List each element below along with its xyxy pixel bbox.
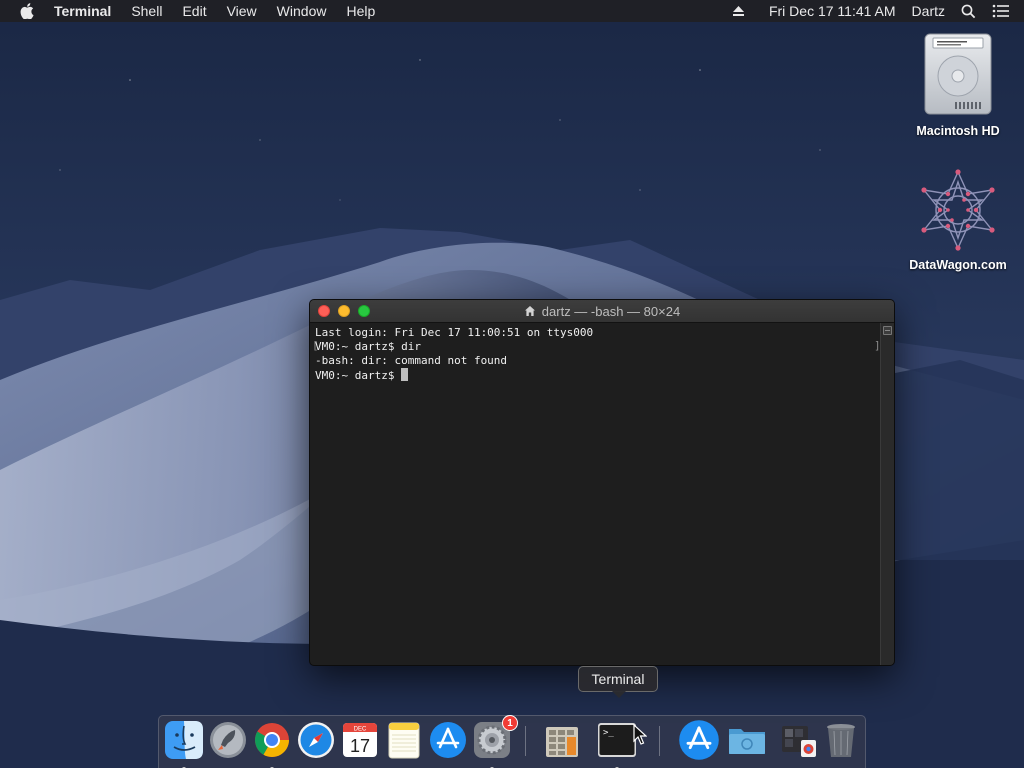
menu-shell[interactable]: Shell: [121, 0, 172, 22]
menu-app-name[interactable]: Terminal: [54, 0, 121, 22]
terminal-icon: >_: [598, 723, 636, 757]
close-button[interactable]: [318, 305, 330, 317]
notification-badge: 1: [502, 715, 518, 731]
app-store-icon: [679, 720, 719, 760]
dock-item-app-store[interactable]: [428, 720, 468, 760]
chrome-icon: [255, 723, 289, 757]
terminal-scrollbar[interactable]: [880, 323, 894, 665]
dock-item-safari[interactable]: [296, 720, 336, 760]
desktop-icon-macintosh-hd[interactable]: Macintosh HD: [903, 32, 1013, 138]
dock-item-grid-app[interactable]: [542, 720, 582, 760]
menu-view[interactable]: View: [217, 0, 267, 22]
safari-icon: [298, 722, 334, 758]
eject-icon[interactable]: [724, 5, 753, 17]
spotlight-search-icon[interactable]: [953, 4, 984, 19]
trash-icon: [827, 724, 855, 757]
datawagon-logo-icon: [921, 169, 995, 251]
dock-tooltip: Terminal: [578, 666, 658, 698]
dock-item-notes[interactable]: [384, 720, 424, 760]
terminal-line: Last login: Fri Dec 17 11:00:51 on ttys0…: [315, 326, 594, 339]
minimize-button[interactable]: [338, 305, 350, 317]
svg-text:>_: >_: [603, 728, 614, 738]
desktop-icon-label: Macintosh HD: [916, 124, 1000, 138]
finder-icon: [165, 721, 203, 759]
terminal-prompt-line: VM0:~ dartz$: [315, 369, 402, 382]
notification-center-icon[interactable]: [984, 4, 1024, 18]
zoom-button[interactable]: [358, 305, 370, 317]
menu-bar: Terminal Shell Edit View Window Help Fri…: [0, 0, 1024, 22]
mouse-pointer-icon: [633, 724, 647, 745]
terminal-line: -bash: dir: command not found: [315, 354, 508, 367]
menu-help[interactable]: Help: [336, 0, 385, 22]
dock-item-folder[interactable]: [727, 720, 767, 760]
dock-item-system-preferences[interactable]: 1: [472, 715, 518, 768]
terminal-content[interactable]: Last login: Fri Dec 17 11:00:51 on ttys0…: [310, 323, 880, 665]
window-title: dartz — -bash — 80×24: [524, 304, 680, 319]
folder-icon: [729, 729, 765, 754]
dock: DEC 17 1 >_: [158, 715, 866, 768]
grid-app-icon: [546, 727, 578, 757]
menu-edit[interactable]: Edit: [172, 0, 216, 22]
text-cursor: [401, 368, 409, 381]
notes-icon: [388, 722, 420, 759]
dock-item-downloads[interactable]: [677, 718, 721, 762]
dock-separator: [525, 726, 526, 756]
apple-menu[interactable]: [0, 3, 54, 19]
menubar-clock[interactable]: Fri Dec 17 11:41 AM: [753, 0, 904, 22]
terminal-line: VM0:~ dartz$ dir: [315, 340, 421, 353]
home-folder-icon: [524, 306, 535, 316]
dock-item-calendar[interactable]: DEC 17: [340, 720, 380, 760]
hard-drive-icon: [924, 33, 992, 115]
dock-item-terminal[interactable]: >_: [597, 720, 637, 768]
calendar-day: 17: [350, 736, 370, 756]
dock-item-chrome[interactable]: [252, 720, 292, 768]
dock-item-launchpad[interactable]: [208, 720, 248, 760]
calendar-icon: DEC 17: [343, 723, 377, 757]
launchpad-icon: [210, 722, 246, 758]
calendar-month: DEC: [354, 727, 367, 733]
split-pane-icon[interactable]: [883, 326, 892, 335]
dock-separator: [659, 726, 660, 756]
terminal-window[interactable]: dartz — -bash — 80×24 Last login: Fri De…: [309, 299, 895, 666]
stack-icon: [782, 726, 816, 757]
menubar-user[interactable]: Dartz: [904, 0, 953, 22]
window-title-text: dartz — -bash — 80×24: [541, 303, 681, 319]
app-store-icon: [430, 722, 466, 758]
dock-item-stack[interactable]: [779, 720, 819, 760]
apple-logo-icon: [20, 3, 34, 19]
desktop-icon-datawagon[interactable]: DataWagon.com: [903, 168, 1013, 272]
menu-window[interactable]: Window: [267, 0, 337, 22]
selection-bracket-left: [: [312, 339, 319, 352]
terminal-titlebar[interactable]: dartz — -bash — 80×24: [310, 300, 894, 323]
dock-item-finder[interactable]: [164, 720, 204, 768]
dock-tooltip-text: Terminal: [591, 671, 645, 687]
desktop-icon-label: DataWagon.com: [909, 258, 1007, 272]
dock-item-trash[interactable]: [821, 720, 861, 760]
